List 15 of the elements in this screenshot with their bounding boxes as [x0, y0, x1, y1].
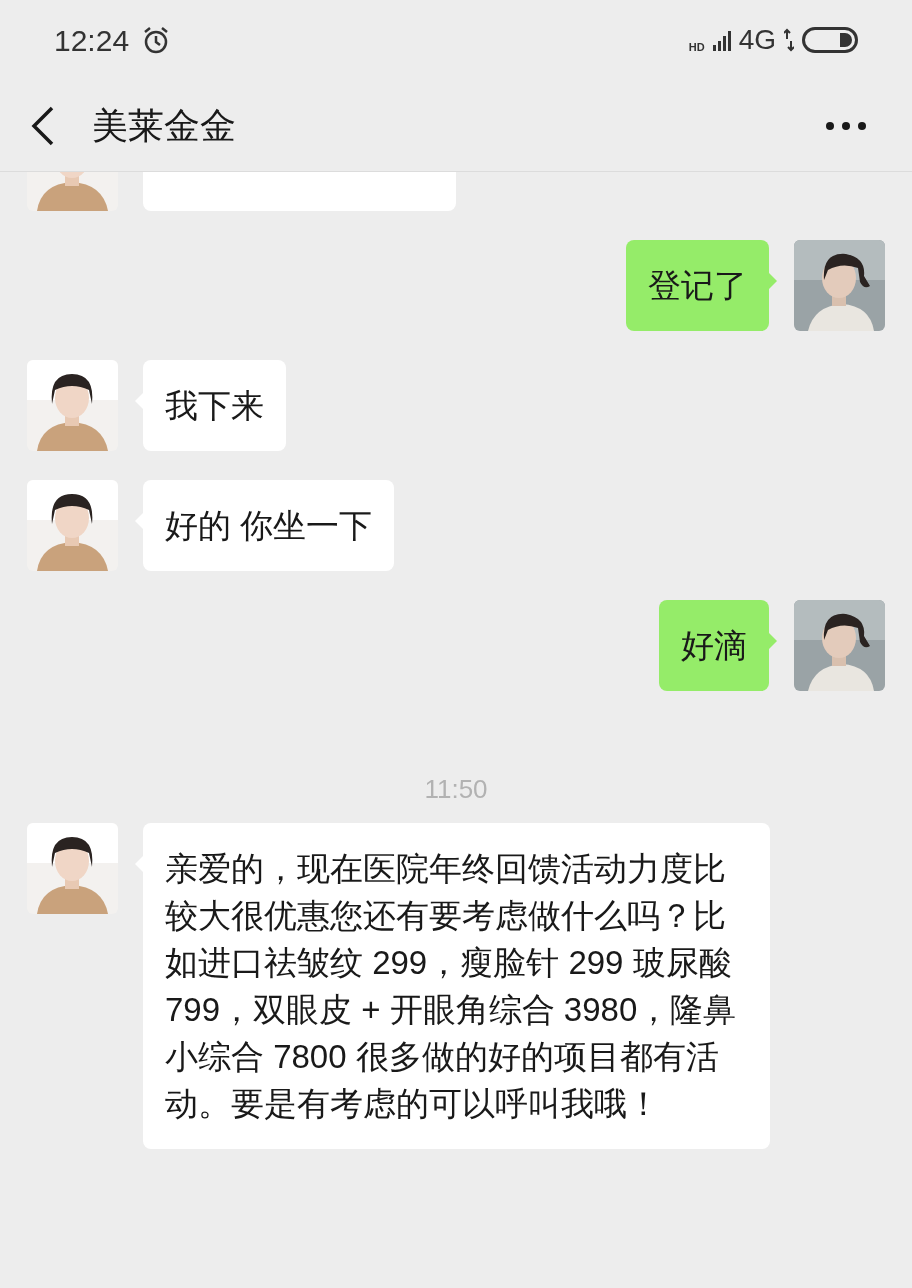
more-icon[interactable] — [826, 121, 866, 130]
message-time: 11:50 — [424, 773, 488, 806]
back-icon[interactable] — [30, 105, 54, 146]
chat-title: 美莱金金 — [92, 103, 236, 148]
data-arrows-icon — [784, 28, 794, 52]
battery-icon — [802, 27, 858, 53]
message-text: 好的 你坐一下 — [165, 507, 373, 544]
message-text: 我下来 — [165, 387, 264, 424]
message-text: 登记了 — [648, 267, 747, 304]
hd-label: HD — [688, 40, 705, 55]
network-label: 4G — [738, 23, 776, 57]
status-time: 12:24 — [54, 22, 130, 59]
message-text: 亲爱的，现在医院年终回馈活动力度比较大很优惠您还有要考虑做什么吗？比如进口祛皱纹 299，瘦脸针 299 玻尿酸 799，双眼皮 + 开眼角综合 3980，隆鼻小综合 7800 很多做的好的项目都有活动。要是有考虑的可以呼叫我哦！ — [165, 850, 737, 1122]
message-text: 好滴 — [681, 627, 747, 664]
signal-icon — [712, 29, 731, 51]
